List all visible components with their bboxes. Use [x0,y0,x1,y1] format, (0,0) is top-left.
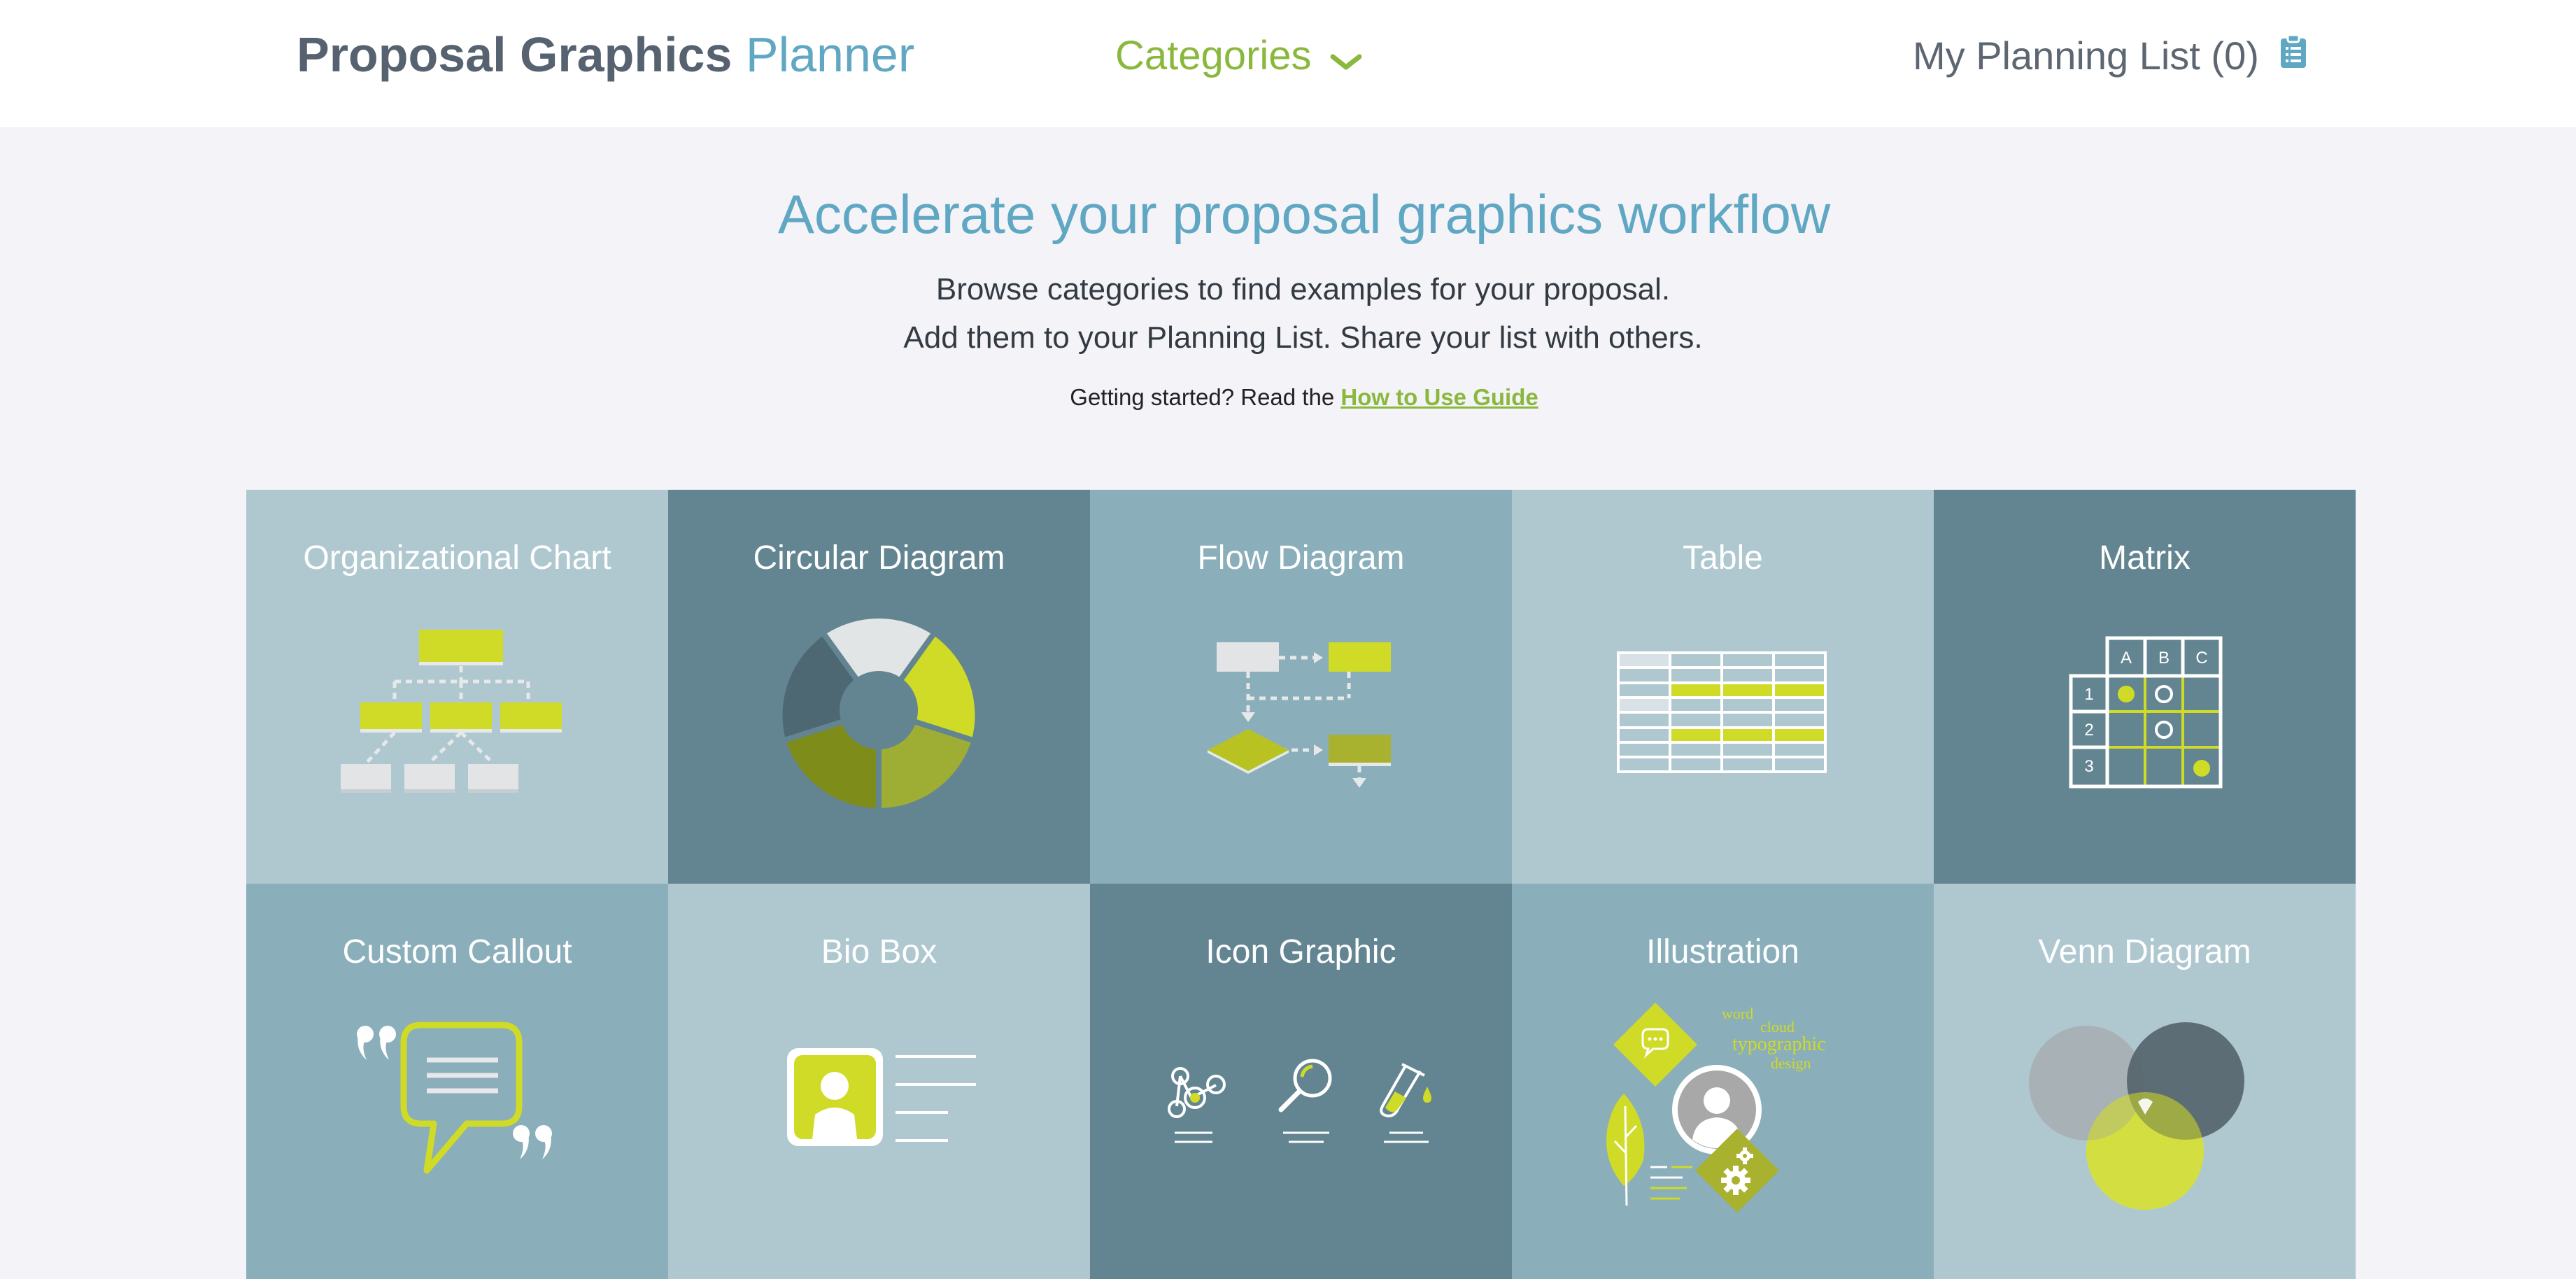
venn-diagram-icon [2029,1022,2244,1210]
getting-started-text: Getting started? Read the How to Use Gui… [0,382,2576,413]
my-planning-list-link[interactable]: My Planning List (0) [1913,29,2307,83]
top-navigation-bar: Proposal Graphics Planner Categories My … [0,0,2576,127]
matrix-col-c: C [2195,649,2207,667]
matrix-row-3: 3 [2084,757,2093,776]
tile-icon-graphic[interactable]: Icon Graphic [1090,884,1512,1279]
callout-icon [357,1022,552,1174]
page-title: Accelerate your proposal graphics workfl… [777,183,1831,245]
tile-circular-diagram[interactable]: Circular Diagram [668,490,1090,884]
tile-custom-callout[interactable]: Custom Callout [246,884,668,1279]
word-cloud-word: word [1722,1005,1753,1022]
brand-name-light: Planner [745,27,915,82]
icon-graphic-icon [1168,1059,1431,1143]
how-to-use-guide-link[interactable]: How to Use Guide [1340,384,1538,410]
bio-box-icon [787,1048,976,1146]
word-cloud-design: design [1771,1054,1811,1072]
matrix-col-b: B [2158,649,2170,667]
matrix-row-1: 1 [2084,685,2093,704]
categories-label: Categories [1115,33,1312,78]
illustration-icon: word cloud typographic design [1606,1003,1826,1213]
tile-illustration[interactable]: Illustration word cloud typographic desi… [1512,884,1934,1279]
tile-venn-diagram[interactable]: Venn Diagram [1934,884,2356,1279]
planning-list-label: My Planning List (0) [1913,34,2259,78]
app-logo[interactable]: Proposal Graphics Planner [297,27,914,83]
intro-text-line-2: Add them to your Planning List. Share yo… [903,320,1703,355]
org-chart-icon [341,630,562,793]
matrix-col-a: A [2121,649,2132,667]
word-cloud-typographic: typographic [1732,1033,1826,1055]
matrix-icon: A B C 1 2 3 [2069,636,2223,789]
clipboard-icon [2279,29,2307,83]
tile-bio-box[interactable]: Bio Box [668,884,1090,1279]
intro-text-line-1: Browse categories to find examples for y… [935,272,1671,306]
tile-organizational-chart[interactable]: Organizational Chart [246,490,668,884]
circular-diagram-icon [782,618,975,808]
category-grid: Organizational Chart Circular Diagram Fl… [246,490,2356,1279]
guide-prefix: Getting started? Read the [1070,384,1335,410]
flow-diagram-icon [1208,642,1391,788]
matrix-row-2: 2 [2084,721,2093,740]
table-icon [1617,651,1827,773]
brand-name-bold: Proposal Graphics [297,27,733,82]
chevron-down-icon [1330,32,1362,85]
tile-matrix[interactable]: Matrix A B C 1 2 3 [1934,490,2356,884]
categories-dropdown[interactable]: Categories [1115,29,1362,85]
tile-flow-diagram[interactable]: Flow Diagram [1090,490,1512,884]
tile-table[interactable]: Table [1512,490,1934,884]
